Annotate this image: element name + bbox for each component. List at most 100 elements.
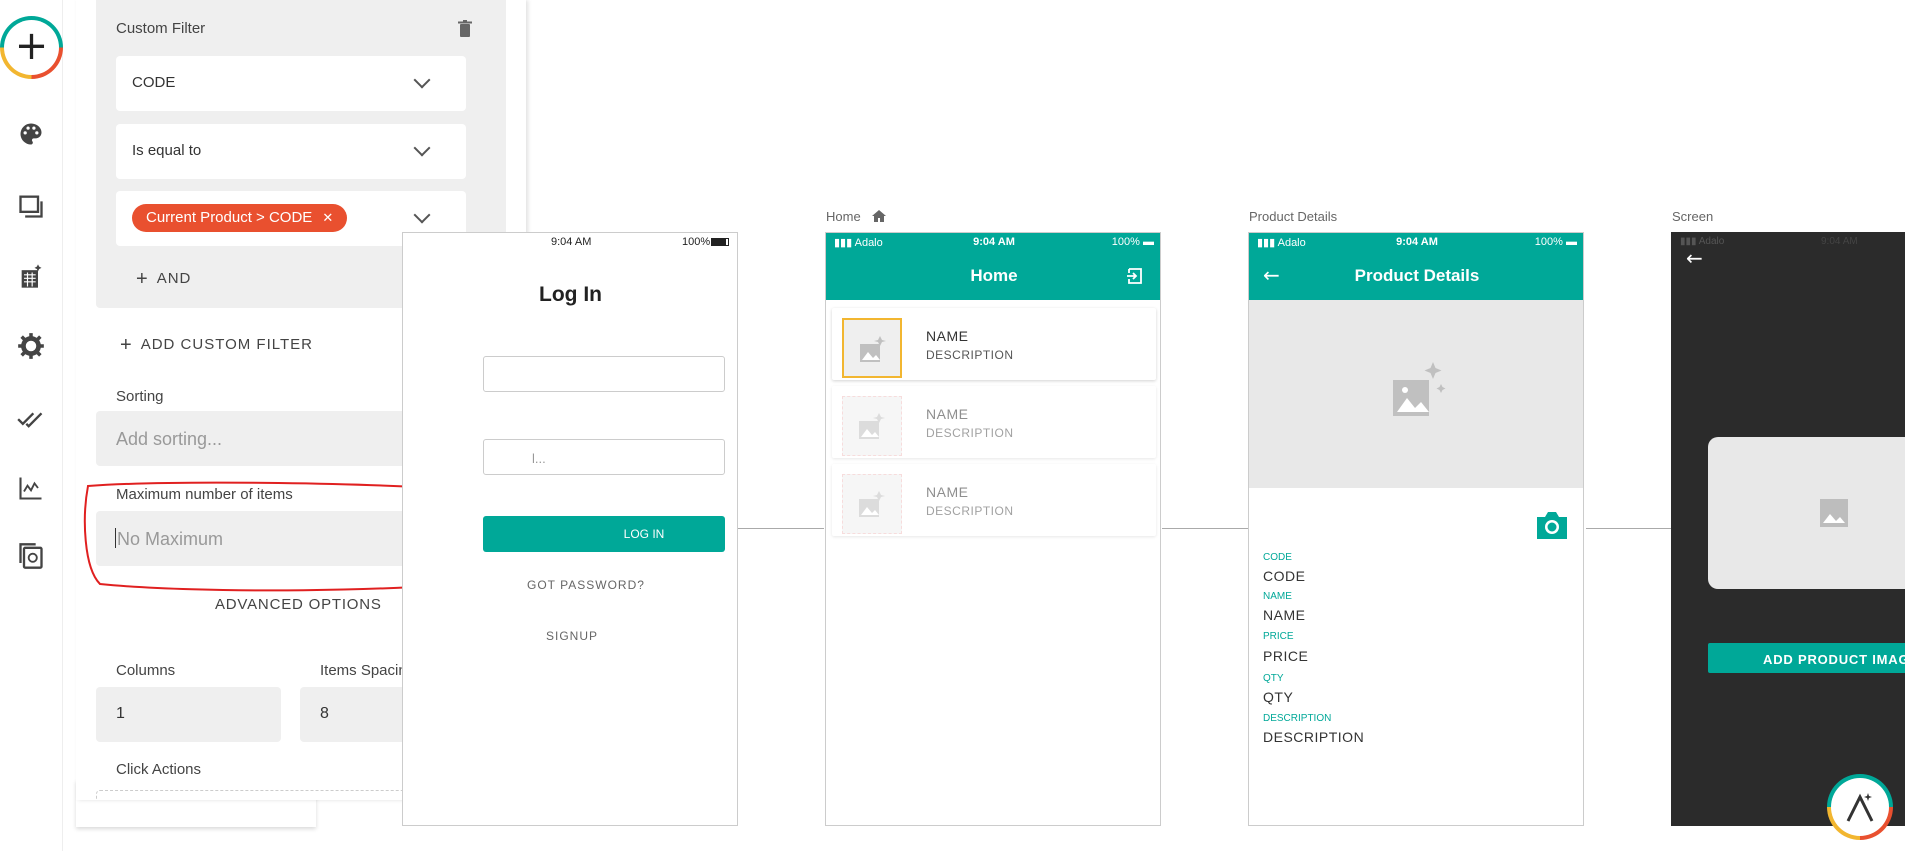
home-screen-label: Home [826,209,887,224]
list-item[interactable]: NAME DESCRIPTION [832,464,1156,536]
custom-filter-title: Custom Filter [116,20,206,37]
link-arrow [1162,528,1248,529]
battery-text: 100% [1534,236,1563,248]
item-description: DESCRIPTION [926,504,1014,518]
product-image-area [1249,300,1583,488]
chevron-down-icon [413,139,431,157]
add-component-button[interactable]: + [0,16,63,79]
gear-icon[interactable] [17,332,45,360]
screens-icon[interactable] [17,192,45,220]
copy-icon[interactable] [17,542,45,570]
help-badge[interactable] [1827,774,1893,840]
and-label: AND [156,270,192,287]
code-value: CODE [1263,568,1306,584]
add-custom-filter-button[interactable]: + ADD CUSTOM FILTER [120,332,313,356]
signup-link[interactable]: SIGNUP [546,629,598,643]
login-button-label: LOG IN [623,527,665,541]
sorting-label: Sorting [116,388,164,405]
item-description: DESCRIPTION [926,348,1014,362]
plus-icon: + [136,268,149,290]
image-icon [859,491,885,517]
back-arrow-icon[interactable]: ← [1686,246,1703,270]
image-icon [860,336,886,362]
status-time: 9:04 AM [551,236,592,248]
help-badge-inner [1831,778,1889,836]
login-button[interactable]: LOG IN [483,516,725,552]
item-name: NAME [926,406,969,422]
remove-pill-icon[interactable]: ✕ [322,210,333,225]
plus-icon: + [14,23,49,69]
chevron-down-icon [413,71,431,89]
home-title: Home [970,266,1018,285]
sorting-placeholder: Add sorting... [116,429,223,449]
description-value: DESCRIPTION [1263,729,1365,745]
click-actions-label: Click Actions [116,761,202,778]
status-battery: 100% ▬ [1534,236,1577,248]
item-image-placeholder [842,474,902,534]
list-item[interactable]: NAME DESCRIPTION [832,308,1156,380]
name-key: NAME [1263,591,1292,602]
home-screen[interactable]: ▮▮▮ Adalo 9:04 AM 100% ▬ Home NAME DESCR… [825,232,1161,826]
text-cursor [115,528,116,548]
item-image-placeholder[interactable] [842,318,902,378]
login-title: Log In [539,283,602,306]
image-icon [1820,499,1848,527]
item-description: DESCRIPTION [926,426,1014,440]
battery-icon [711,238,729,246]
filter-field-value: CODE [132,74,176,91]
list-item[interactable]: NAME DESCRIPTION [832,386,1156,458]
name-value: NAME [1263,607,1306,623]
link-arrow [738,528,824,529]
image-icon [859,413,885,439]
filter-field-select[interactable]: CODE [116,56,466,111]
status-bar: ▮▮▮ Adalo 9:04 AM 100% ▬ [1249,233,1583,251]
filter-operator-select[interactable]: Is equal to [116,124,466,179]
max-items-label: Maximum number of items [116,486,293,503]
details-title: Product Details [1354,266,1480,285]
login-screen[interactable]: 9:04 AM 100% Log In l... LOG IN GOT PASS… [402,232,738,826]
advanced-options-toggle[interactable]: ADVANCED OPTIONS [215,596,382,613]
password-field[interactable]: l... [483,439,725,475]
details-header: ▮▮▮ Adalo 9:04 AM 100% ▬ ← Product Detai… [1249,233,1583,300]
image-screen-label: Screen [1672,209,1714,224]
add-product-image-button[interactable]: ADD PRODUCT IMAG [1708,643,1905,673]
status-time: 9:04 AM [1396,236,1438,248]
details-screen-label: Product Details [1249,209,1338,224]
qty-key: QTY [1263,673,1284,684]
product-details-screen[interactable]: ▮▮▮ Adalo 9:04 AM 100% ▬ ← Product Detai… [1248,232,1584,826]
status-time: 9:04 AM [1821,236,1858,247]
columns-input[interactable]: 1 [96,687,281,742]
camera-icon[interactable] [1535,509,1569,541]
add-product-image-label: ADD PRODUCT IMAG [1763,652,1905,667]
price-key: PRICE [1263,631,1294,642]
chevron-down-icon [413,206,431,224]
items-spacing-value: 8 [320,705,329,722]
publish-icon[interactable] [17,404,45,432]
add-custom-filter-label: ADD CUSTOM FILTER [140,336,313,353]
image-screen[interactable]: ▮▮▮ Adalo 9:04 AM ← ADD PRODUCT IMAG [1671,232,1905,826]
filter-value-pill[interactable]: Current Product > CODE ✕ [132,204,348,232]
add-and-condition-button[interactable]: + AND [136,266,192,290]
columns-value: 1 [116,705,125,722]
analytics-icon[interactable] [17,474,45,502]
home-header: ▮▮▮ Adalo 9:04 AM 100% ▬ Home [826,233,1160,300]
trash-icon[interactable] [458,20,472,38]
database-icon[interactable] [17,262,45,290]
forgot-password-link[interactable]: GOT PASSWORD? [527,578,645,592]
battery-text: 100% [1111,236,1140,248]
home-screen-label-text: Home [826,209,861,224]
password-placeholder: l... [532,451,546,466]
wand-icon [1846,793,1874,822]
price-value: PRICE [1263,648,1309,664]
status-battery: 100% ▬ [1111,236,1154,248]
filter-value-pill-label: Current Product > CODE [146,209,313,226]
status-time: 9:04 AM [973,236,1015,248]
plus-icon: + [120,334,133,356]
logout-icon[interactable] [1126,267,1144,285]
email-field[interactable] [483,356,725,392]
qty-value: QTY [1263,689,1294,705]
product-image-preview [1708,437,1905,589]
home-icon [872,210,887,222]
status-battery: 100% [682,236,711,248]
palette-icon[interactable] [17,120,45,148]
